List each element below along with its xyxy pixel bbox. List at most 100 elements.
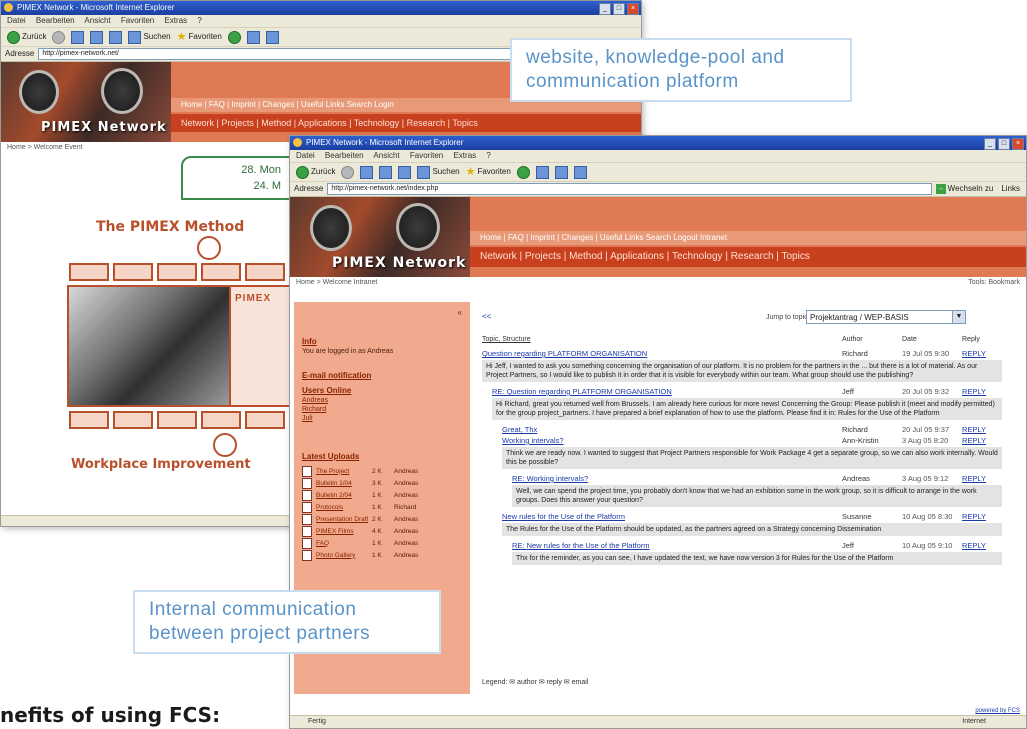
close-icon[interactable]: × (1012, 138, 1024, 150)
post-header: Working intervals? Ann-Kristin 3 Aug 05 8:… (502, 435, 1002, 446)
media-icon[interactable] (516, 165, 530, 179)
reply-link[interactable]: REPLY (962, 425, 1002, 434)
tools-bookmark[interactable]: Tools: Bookmark (968, 279, 1020, 286)
firefighter-photo: PIMEX Network (290, 197, 470, 277)
firefighter-photo: PIMEX Network (1, 62, 171, 142)
diagram-step-3 (157, 263, 197, 281)
go-button[interactable]: → Wechseln zu (935, 182, 993, 196)
post-title-link[interactable]: RE: Question regarding PLATFORM ORGANISA… (492, 387, 842, 396)
menu-extras[interactable]: Extras (453, 151, 476, 160)
home-icon[interactable] (109, 30, 123, 44)
file-row[interactable]: The Project 2 K Andreas (302, 465, 462, 477)
file-row[interactable]: Bulletin 2/04 1 K Andreas (302, 489, 462, 501)
menu-favoriten[interactable]: Favoriten (121, 16, 154, 25)
favorites-button[interactable]: ★ Favoriten (177, 28, 222, 46)
menu-favoriten[interactable]: Favoriten (410, 151, 443, 160)
file-row[interactable]: Photo Gallery 1 K Andreas (302, 549, 462, 561)
stop-icon[interactable] (71, 30, 85, 44)
mail-icon[interactable] (554, 165, 568, 179)
menu-help[interactable]: ? (197, 16, 201, 25)
maximize-icon[interactable]: □ (613, 3, 625, 15)
sidebar-latest-heading[interactable]: Latest Uploads (302, 452, 462, 461)
callout-website: website, knowledge-pool and communicatio… (510, 38, 852, 102)
favorites-button[interactable]: ★ Favoriten (466, 163, 511, 181)
sidebar-collapse-icon[interactable]: « (302, 308, 462, 317)
date-box: 28. Mon 24. M (181, 156, 291, 200)
front-menu-bar: Datei Bearbeiten Ansicht Favoriten Extra… (290, 150, 1026, 163)
back-nav-main[interactable]: Network | Projects | Method | Applicatio… (171, 114, 641, 132)
powered-by-label[interactable]: powered by FCS (975, 708, 1020, 714)
maximize-icon[interactable]: □ (998, 138, 1010, 150)
file-row[interactable]: Protocols 1 K Richard (302, 501, 462, 513)
diagram-node-top (197, 236, 221, 260)
front-window-title: PIMEX Network - Microsoft Internet Explo… (306, 138, 464, 147)
col-topic[interactable]: Topic, Structure (482, 336, 842, 343)
search-button[interactable]: Suchen (417, 163, 460, 181)
media-icon[interactable] (227, 30, 241, 44)
history-icon[interactable] (535, 165, 549, 179)
file-row[interactable]: FAQ 1 K Andreas (302, 537, 462, 549)
post-title-link[interactable]: Question regarding PLATFORM ORGANISATION (482, 349, 842, 358)
sidebar-user-juli[interactable]: Juli (302, 415, 462, 422)
front-nav-top[interactable]: Home | FAQ | Imprint | Changes | Useful … (470, 231, 1026, 245)
mail-icon[interactable] (265, 30, 279, 44)
file-row[interactable]: Bulletin 1/04 3 K Andreas (302, 477, 462, 489)
menu-extras[interactable]: Extras (164, 16, 187, 25)
history-icon[interactable] (246, 30, 260, 44)
print-icon[interactable] (573, 165, 587, 179)
file-icon (302, 477, 312, 489)
file-icon (302, 501, 312, 513)
forum-back-link[interactable]: << (482, 312, 491, 321)
front-breadcrumb[interactable]: Home > Welcome Intranet (296, 279, 377, 286)
post-title-link[interactable]: Working intervals? (502, 436, 842, 445)
reply-link[interactable]: REPLY (962, 349, 1002, 358)
topic-select[interactable]: Projektantrag / WEP-BASIS ▼ (806, 310, 966, 324)
refresh-icon[interactable] (379, 165, 393, 179)
menu-ansicht[interactable]: Ansicht (373, 151, 399, 160)
back-button[interactable]: Zurück (7, 28, 46, 46)
sidebar-users-heading[interactable]: Users Online (302, 386, 462, 395)
back-button[interactable]: Zurück (296, 163, 335, 181)
file-row[interactable]: Presentation Draft 2 K Andreas (302, 513, 462, 525)
col-author[interactable]: Author (842, 336, 902, 343)
forward-arrow-icon[interactable] (52, 30, 66, 44)
stop-icon[interactable] (360, 165, 374, 179)
reply-link[interactable]: REPLY (962, 387, 1002, 396)
menu-help[interactable]: ? (486, 151, 490, 160)
sidebar-user-richard[interactable]: Richard (302, 406, 462, 413)
minimize-icon[interactable]: _ (599, 3, 611, 15)
links-button[interactable]: Links (1001, 182, 1020, 196)
jump-to-label: Jump to topic (766, 314, 808, 321)
menu-ansicht[interactable]: Ansicht (84, 16, 110, 25)
minimize-icon[interactable]: _ (984, 138, 996, 150)
post-title-link[interactable]: New rules for the Use of the Platform (502, 512, 842, 521)
reply-link[interactable]: REPLY (962, 474, 1002, 483)
front-site-logo[interactable]: PIMEX Network (332, 255, 466, 271)
menu-bearbeiten[interactable]: Bearbeiten (36, 16, 75, 25)
post-title-link[interactable]: RE: New rules for the Use of the Platfor… (512, 541, 842, 550)
front-nav-main[interactable]: Network | Projects | Method | Applicatio… (470, 247, 1026, 267)
home-icon[interactable] (398, 165, 412, 179)
menu-datei[interactable]: Datei (7, 16, 26, 25)
sidebar-user-andreas[interactable]: Andreas (302, 397, 462, 404)
refresh-icon[interactable] (90, 30, 104, 44)
sidebar-email-heading[interactable]: E-mail notification (302, 371, 462, 380)
post-title-link[interactable]: RE: Working intervals? (512, 474, 842, 483)
reply-link[interactable]: REPLY (962, 512, 1002, 521)
reply-link[interactable]: REPLY (962, 436, 1002, 445)
col-reply[interactable]: Reply (962, 336, 1002, 343)
menu-bearbeiten[interactable]: Bearbeiten (325, 151, 364, 160)
close-icon[interactable]: × (627, 3, 639, 15)
file-row[interactable]: PIMEX Films 4 K Andreas (302, 525, 462, 537)
menu-datei[interactable]: Datei (296, 151, 315, 160)
front-address-input[interactable]: http://pimex-network.net/index.php (327, 183, 932, 195)
forward-arrow-icon[interactable] (341, 165, 355, 179)
search-button[interactable]: Suchen (128, 28, 171, 46)
back-site-logo[interactable]: PIMEX Network (41, 120, 167, 135)
sidebar-info-heading[interactable]: Info (302, 337, 462, 346)
workplace-photo (67, 285, 231, 407)
col-date[interactable]: Date (902, 336, 962, 343)
reply-link[interactable]: REPLY (962, 541, 1002, 550)
post-title-link[interactable]: Great, Thx (502, 425, 842, 434)
file-icon (302, 465, 312, 477)
